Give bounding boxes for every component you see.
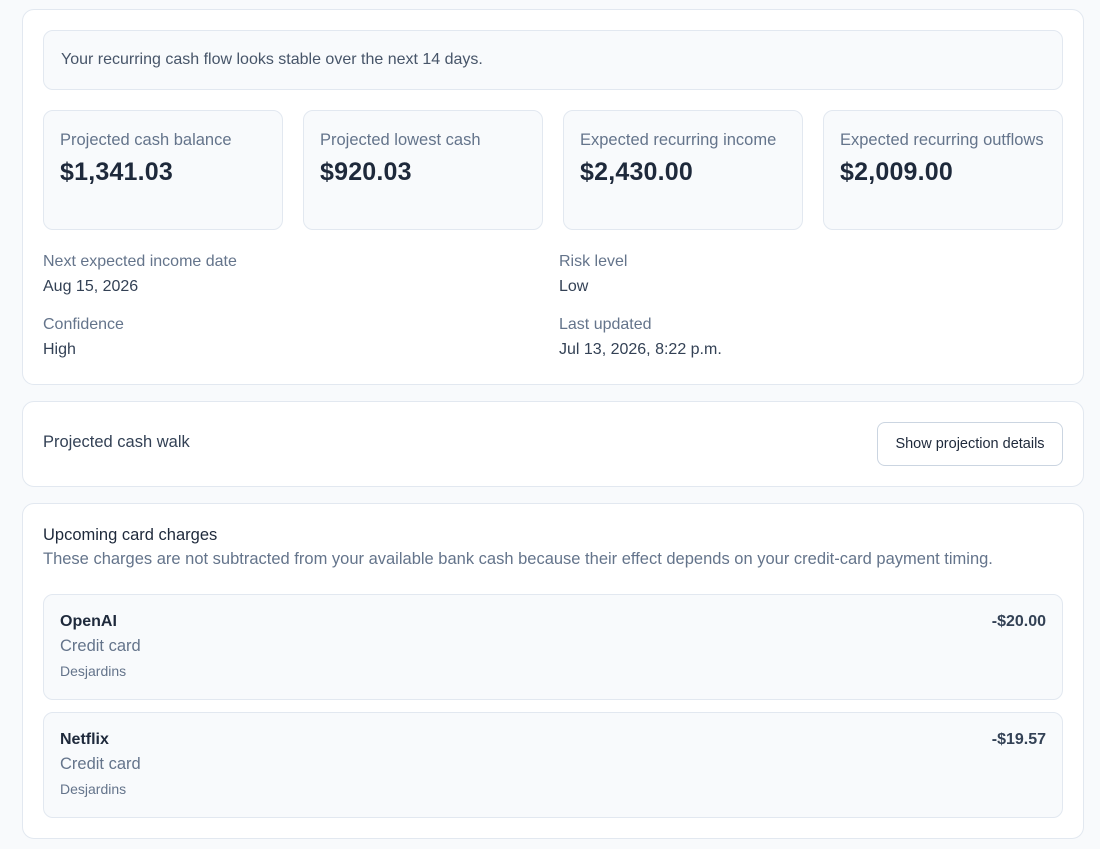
charge-merchant: Netflix bbox=[60, 731, 109, 748]
detail-next-income-date: Next expected income date Aug 15, 2026 bbox=[43, 250, 443, 299]
metric-label: Projected cash balance bbox=[60, 131, 232, 149]
detail-risk-level: Risk level Low bbox=[559, 250, 959, 299]
detail-value: Low bbox=[559, 278, 589, 295]
metric-value: $2,430.00 bbox=[580, 158, 694, 186]
metric-expected-recurring-outflows: Expected recurring outflows $2,009.00 bbox=[823, 110, 1063, 230]
charge-payment-method: Credit card bbox=[60, 755, 141, 773]
detail-confidence: Confidence High bbox=[43, 313, 443, 362]
metrics-row: Projected cash balance $1,341.03 Project… bbox=[43, 110, 1063, 230]
metric-value: $920.03 bbox=[320, 158, 412, 186]
metric-projected-lowest-cash: Projected lowest cash $920.03 bbox=[303, 110, 543, 230]
status-banner: Your recurring cash flow looks stable ov… bbox=[43, 30, 1063, 90]
metric-value: $2,009.00 bbox=[840, 158, 954, 186]
metric-label: Projected lowest cash bbox=[320, 131, 481, 149]
detail-value: Aug 15, 2026 bbox=[43, 278, 139, 295]
cash-flow-summary-card: Your recurring cash flow looks stable ov… bbox=[22, 9, 1084, 385]
detail-label: Last updated bbox=[559, 316, 652, 333]
charge-item: Netflix Credit card Desjardins -$19.57 bbox=[43, 712, 1063, 818]
charge-bank: Desjardins bbox=[60, 781, 127, 797]
detail-value: High bbox=[43, 341, 76, 358]
section-title: Upcoming card charges bbox=[43, 526, 218, 544]
metric-label: Expected recurring income bbox=[580, 131, 777, 149]
detail-last-updated: Last updated Jul 13, 2026, 8:22 p.m. bbox=[559, 313, 959, 362]
detail-label: Confidence bbox=[43, 316, 124, 333]
section-subtitle: These charges are not subtracted from yo… bbox=[43, 550, 993, 568]
cash-walk-title: Projected cash walk bbox=[43, 433, 190, 451]
charge-payment-method: Credit card bbox=[60, 637, 141, 655]
cash-walk-card: Projected cash walk Show projection deta… bbox=[22, 401, 1084, 487]
charge-bank: Desjardins bbox=[60, 663, 127, 679]
charge-merchant: OpenAI bbox=[60, 613, 117, 630]
charge-item: OpenAI Credit card Desjardins -$20.00 bbox=[43, 594, 1063, 700]
status-banner-text: Your recurring cash flow looks stable ov… bbox=[61, 51, 483, 68]
upcoming-card-charges-card: Upcoming card charges These charges are … bbox=[22, 503, 1084, 839]
metric-value: $1,341.03 bbox=[60, 158, 174, 186]
metric-projected-cash-balance: Projected cash balance $1,341.03 bbox=[43, 110, 283, 230]
detail-value: Jul 13, 2026, 8:22 p.m. bbox=[559, 341, 722, 358]
charge-amount: -$19.57 bbox=[991, 731, 1046, 748]
detail-label: Next expected income date bbox=[43, 253, 237, 270]
show-projection-details-button[interactable]: Show projection details bbox=[877, 422, 1063, 466]
charge-amount: -$20.00 bbox=[991, 613, 1046, 630]
detail-label: Risk level bbox=[559, 253, 628, 270]
metric-label: Expected recurring outflows bbox=[840, 131, 1044, 149]
metric-expected-recurring-income: Expected recurring income $2,430.00 bbox=[563, 110, 803, 230]
